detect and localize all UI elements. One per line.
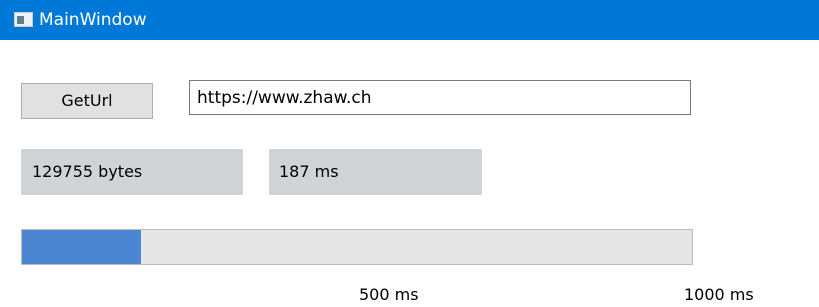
bytes-label: 129755 bytes (21, 149, 243, 195)
tick-label-500: 500 ms (359, 285, 419, 304)
tick-label-1000: 1000 ms (684, 285, 754, 304)
time-progress-bar (21, 229, 693, 265)
window-title: MainWindow (39, 10, 147, 30)
progress-fill (22, 230, 142, 264)
elapsed-time-label: 187 ms (269, 149, 482, 195)
get-url-button[interactable]: GetUrl (21, 83, 153, 119)
url-input[interactable] (189, 80, 691, 115)
title-bar[interactable]: MainWindow (0, 0, 819, 40)
app-window-icon (14, 12, 33, 27)
